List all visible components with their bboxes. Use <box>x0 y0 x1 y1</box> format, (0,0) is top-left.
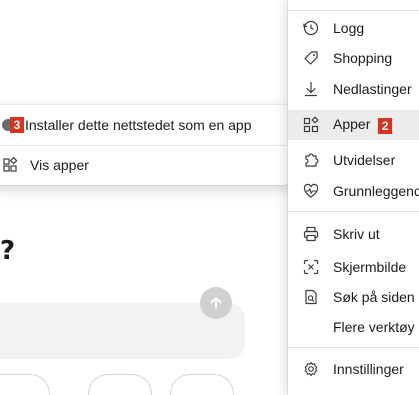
menu-item-label: Søk på siden <box>333 289 415 305</box>
menu-item-innstillinger[interactable]: Innstillinger <box>288 354 419 384</box>
menu-item-label: Innstillinger <box>333 361 404 377</box>
install-site-label: Installer dette nettstedet som en app <box>25 117 252 133</box>
history-icon <box>302 19 320 37</box>
apps-icon <box>3 157 18 172</box>
menu-item-label: Skjermbilde <box>333 259 407 275</box>
menu-divider <box>288 211 419 212</box>
puzzle-icon <box>302 151 320 169</box>
screenshot-icon <box>302 258 320 276</box>
apper-label: Apper <box>333 116 371 133</box>
menu-divider <box>288 10 419 11</box>
apps-icon <box>302 116 320 134</box>
menu-item-label: Apper 2 <box>333 116 393 134</box>
suggestion-chip[interactable] <box>170 374 234 395</box>
browser-settings-menu: Logg Shopping Nedlastinger Apper 2 Utvid… <box>288 0 419 395</box>
heartbeat-icon <box>302 182 320 200</box>
send-button[interactable] <box>200 287 232 319</box>
menu-item-utvidelser[interactable]: Utvidelser <box>288 145 419 175</box>
menu-divider <box>288 347 419 348</box>
menu-item-skjermbilde[interactable]: Skjermbilde <box>288 252 419 282</box>
download-icon <box>302 80 320 98</box>
menu-item-label: Flere verktøy <box>333 319 415 335</box>
install-site-as-app-item[interactable]: 3 Installer dette nettstedet som en app <box>0 105 292 145</box>
menu-item-flere-verktoy[interactable]: Flere verktøy <box>288 312 419 342</box>
menu-item-label: Utvidelser <box>333 152 396 168</box>
menu-item-logg[interactable]: Logg <box>288 13 419 43</box>
menu-item-sok-pa-siden[interactable]: Søk på siden <box>288 282 419 312</box>
print-icon <box>302 225 320 243</box>
menu-item-label: Shopping <box>333 50 393 66</box>
annotation-badge: 3 <box>10 117 24 133</box>
apps-submenu: 3 Installer dette nettstedet som en app … <box>0 105 292 185</box>
annotation-badge: 2 <box>378 117 393 134</box>
menu-item-label: Grunnleggende <box>333 183 419 199</box>
menu-item-shopping[interactable]: Shopping <box>288 43 419 73</box>
menu-item-label: Nedlastinger <box>333 81 412 97</box>
arrow-up-icon <box>210 297 222 309</box>
suggestion-chip[interactable] <box>88 374 152 395</box>
menu-item-nedlastinger[interactable]: Nedlastinger <box>288 74 419 104</box>
menu-item-skriv-ut[interactable]: Skriv ut <box>288 219 419 249</box>
menu-item-apper[interactable]: Apper 2 <box>288 110 419 140</box>
page-heading: ? <box>0 236 16 266</box>
menu-item-label: Logg <box>333 20 365 36</box>
suggestion-chip[interactable] <box>0 374 50 395</box>
view-apps-label: Vis apper <box>30 157 89 173</box>
menu-item-grunnleggende[interactable]: Grunnleggende <box>288 176 419 206</box>
tag-icon <box>302 49 320 67</box>
find-icon <box>302 288 320 306</box>
view-apps-item[interactable]: Vis apper <box>0 145 292 185</box>
menu-item-label: Skriv ut <box>333 226 380 242</box>
gear-icon <box>302 360 320 378</box>
